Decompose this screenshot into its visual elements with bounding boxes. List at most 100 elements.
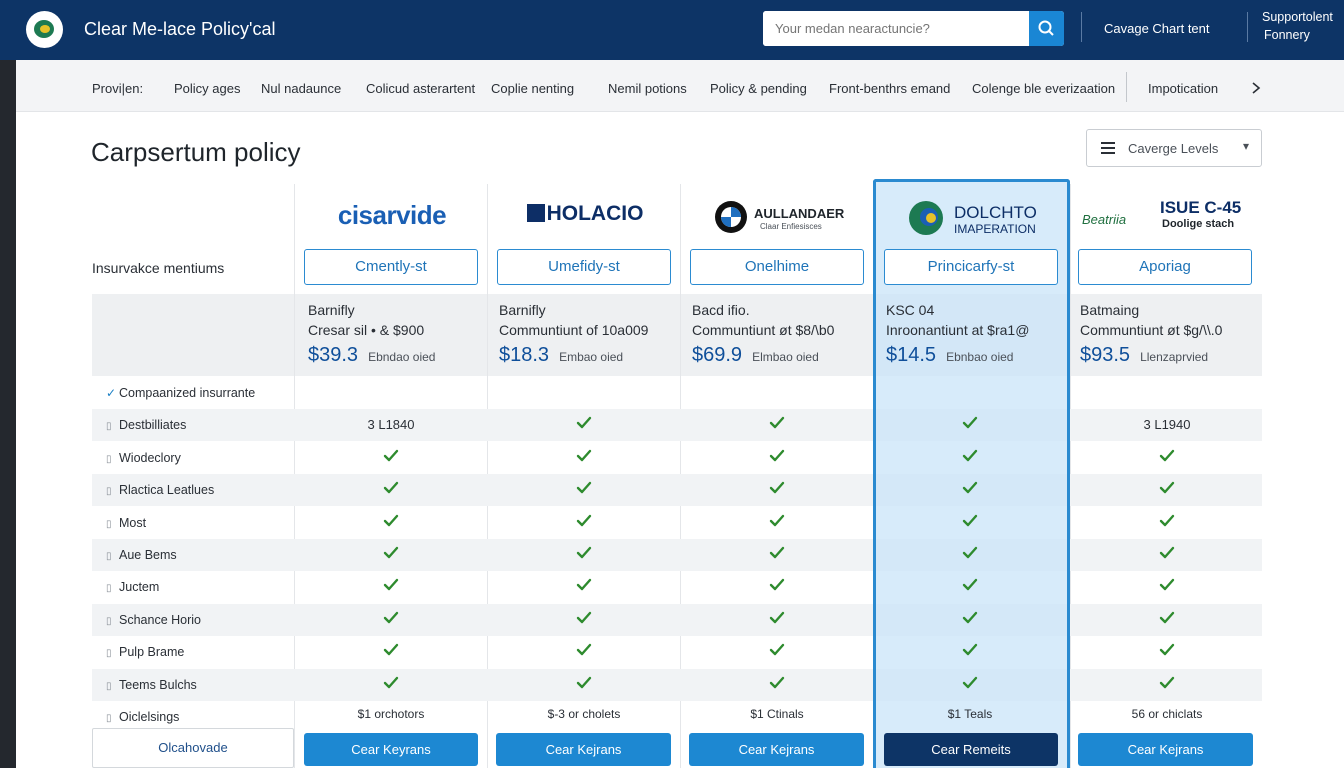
check-icon [576,643,592,656]
chevron-right-icon[interactable] [1250,81,1262,95]
cta-button-4[interactable]: Cear Remeits [884,733,1058,766]
price-line-1: Barnifly [308,302,355,318]
table-cell [874,571,1066,603]
feature-label: ▯ Rlactica Leatlues [92,483,214,497]
bullet-icon: ▯ [106,713,112,724]
bullet-icon: ▯ [106,680,112,692]
feature-label-text: Destbilliates [119,418,187,433]
price-note: Embao oied [559,350,624,364]
cell-value: 3 L1840 [367,417,415,433]
table-cell [488,409,680,441]
table-row: ▯ Teems Bulchs [92,668,1262,701]
table-cell [295,669,487,701]
table-cell [488,604,680,636]
price-line-2: Cresar sil • & $900 [308,322,425,338]
table-cell [295,571,487,603]
provider-logo-text: AULLANDAER [754,206,845,221]
price-value: $93.5 [1080,344,1131,366]
coverage-levels-select[interactable]: Caverge Levels ▾ [1086,129,1262,167]
subnav-item-policy-pending[interactable]: Policy & pending [710,81,807,96]
plan-button-4[interactable]: Princicarfy-st [884,249,1058,285]
table-cell [295,636,487,668]
dolchto-logo-icon [909,201,943,235]
price-value: $18.3 [499,344,550,366]
table-cell [488,377,680,409]
provider-logo-left: Beatriia [1082,212,1127,227]
price-value: $69.9 [692,344,743,366]
provider-logo-text: DOLCHTO [954,203,1037,222]
table-cell [488,507,680,539]
subnav-item-nemil-potions[interactable]: Nemil potions [608,81,687,96]
check-icon [383,546,399,559]
search-input[interactable] [763,11,1029,46]
cta-button-2[interactable]: Cear Kejrans [496,733,671,766]
table-row: ▯ Wiodeclory [92,442,1262,474]
table-cell [1071,442,1263,474]
menu-icon [1101,142,1115,154]
cta-button-5[interactable]: Cear Kejrans [1078,733,1253,766]
check-icon [962,643,978,656]
chevron-down-icon: ▾ [1242,139,1249,153]
price-line-1: Batmaing [1080,302,1140,318]
price-cell: KSC 04 Inroonantiunt at $ra1@ $14.5 Ebnba… [886,302,1066,367]
feature-label: ✓ Compaanized insurrante [92,386,255,400]
search-button[interactable] [1029,11,1064,46]
check-icon [962,546,978,559]
check-icon [962,514,978,526]
table-cell [874,604,1066,636]
feature-label: ▯ Aue Bems [92,548,177,562]
table-cell [488,442,680,474]
plan-button-2[interactable]: Umefidy-st [497,249,671,285]
table-cell [874,377,1066,409]
subnav-item-policy-ages[interactable]: Policy ages [174,81,240,96]
feature-label-text: Schance Horio [119,612,201,627]
app-logo[interactable] [26,11,63,48]
cell-value: $-3 or cholets [547,707,621,721]
plan-button-3[interactable]: Onelhime [690,249,864,285]
price-line-2: Communtiunt of 10a009 [499,322,649,338]
plan-button-1[interactable]: Cmently-st [304,249,478,285]
table-cell [874,409,1066,441]
table-cell [295,442,487,474]
subnav-item-colicud[interactable]: Colicud asterartent [366,81,475,96]
check-icon [576,514,592,526]
table-cell [295,474,487,506]
coverage-chart-link[interactable]: Cavage Chart tent [1104,21,1210,36]
check-icon [1159,514,1175,526]
table-cell [295,507,487,539]
feature-label-text: Juctem [119,580,160,595]
plan-button-5[interactable]: Aporiag [1078,249,1252,285]
provider-logo: Beatriia ISUE C-45 Doolige stach [1082,190,1262,240]
price-value: $14.5 [886,344,937,366]
cta-button-3[interactable]: Cear Kejrans [689,733,864,766]
footer-link[interactable]: Olcahovade [92,728,294,768]
bullet-icon: ▯ [106,615,112,627]
table-cell [874,669,1066,701]
subnav-item-colenge[interactable]: Colenge ble everizaation [972,81,1115,96]
feature-label-text: Wiodeclory [119,450,181,465]
support-link-sub[interactable]: Fonnery [1264,28,1310,42]
support-link[interactable]: Supportolent [1262,10,1333,24]
table-cell [1071,377,1263,409]
bullet-icon: ▯ [106,453,112,465]
subnav-item-providers[interactable]: Provi|en: [92,81,143,96]
cta-button-1[interactable]: Cear Keyrans [304,733,478,766]
feature-label: ▯ Pulp Brame [92,645,184,659]
subnav-item-coplie[interactable]: Coplie nenting [491,81,574,96]
feature-label-text: Rlactica Leatlues [119,483,215,498]
search-box [763,11,1064,46]
app-title: Clear Me-lace Policy'cal [84,19,276,39]
price-note: Elmbao oied [752,350,819,364]
check-icon [383,514,399,526]
table-cell [1071,474,1263,506]
check-icon [962,579,978,591]
check-icon [576,481,592,494]
subnav-item-impotication[interactable]: Impotication [1148,81,1218,96]
table-cell [488,474,680,506]
subnav-item-front-benthrs[interactable]: Front-benthrs emand [829,81,950,96]
table-row: ▯ Schance Horio [92,603,1262,636]
table-cell [874,442,1066,474]
subnav-item-nul-nadaunce[interactable]: Nul nadaunce [261,81,341,96]
footer-row: Olcahovade Cear Keyrans Cear Kejrans Cea… [92,728,1262,768]
check-icon [576,579,592,591]
